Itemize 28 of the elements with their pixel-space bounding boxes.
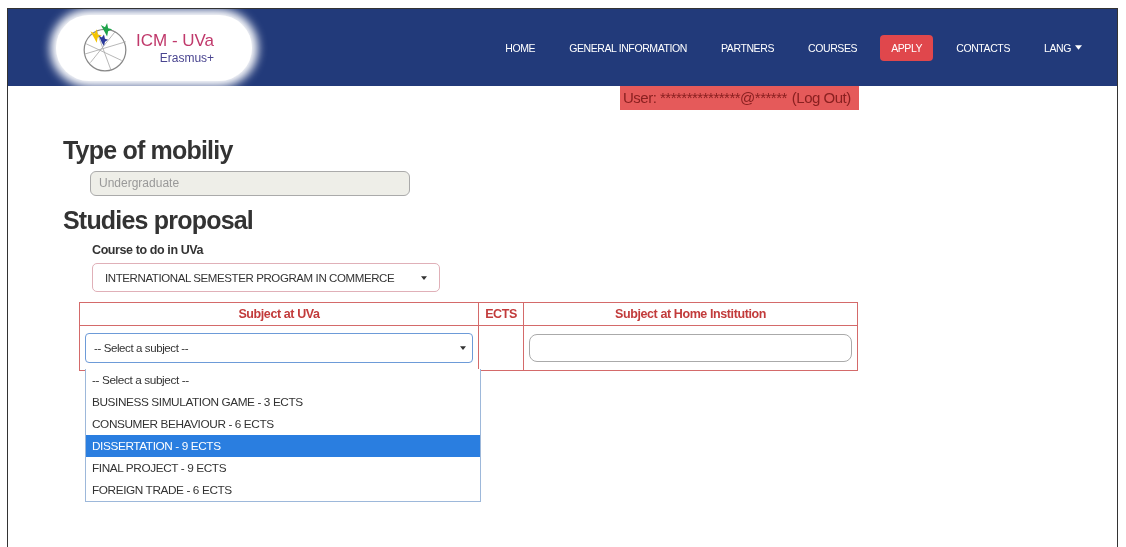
nav-link[interactable]: LANG — [1033, 34, 1093, 61]
logo-subtitle: Erasmus+ — [159, 50, 215, 65]
dropdown-option[interactable]: FOREIGN TRADE - 6 ECTS — [86, 479, 480, 501]
logo-title: ICM - UVa — [136, 30, 215, 51]
column-header: ECTS — [478, 302, 524, 326]
caret-icon — [1075, 45, 1082, 50]
dropdown-option[interactable]: -- Select a subject -- — [86, 369, 480, 391]
section-heading: Type of mobiliy — [63, 136, 234, 165]
nav-link[interactable]: CONTACTS — [945, 34, 1021, 61]
dropdown-option[interactable]: BUSINESS SIMULATION GAME - 3 ECTS — [86, 391, 480, 413]
column-header: Subject at UVa — [79, 302, 479, 326]
nav-link[interactable]: HOME — [494, 34, 547, 61]
dropdown-option[interactable]: DISSERTATION - 9 ECTS — [86, 435, 480, 457]
field-label: Course to do in UVa — [92, 243, 205, 257]
nav-link[interactable]: APPLY — [880, 34, 934, 61]
nav-link[interactable]: PARTNERS — [710, 34, 785, 61]
column-header: Subject at Home Institution — [523, 302, 858, 326]
section-heading: Studies proposal — [63, 206, 254, 235]
dropdown-option[interactable]: CONSUMER BEHAVIOUR - 6 ECTS — [86, 413, 480, 435]
home-subject-field[interactable] — [529, 334, 852, 362]
dropdown-option[interactable]: FINAL PROJECT - 9 ECTS — [86, 457, 480, 479]
user-email: User: ***************@****** — [623, 89, 787, 106]
caret-icon — [460, 346, 466, 350]
subject-select[interactable]: -- Select a subject -- — [85, 333, 473, 363]
course-select[interactable]: INTERNATIONAL SEMESTER PROGRAM IN COMMERCE — [92, 263, 440, 292]
caret-icon — [421, 275, 427, 280]
nav-link[interactable]: COURSES — [797, 34, 869, 61]
nav-link[interactable]: GENERAL INFORMATION — [558, 34, 698, 61]
